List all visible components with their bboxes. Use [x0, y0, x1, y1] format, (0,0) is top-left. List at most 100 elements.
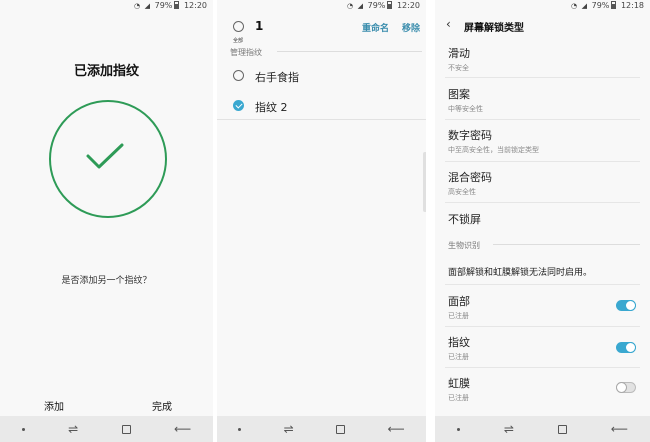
status-bar: ◔ ◢ 79% 12:20 — [0, 0, 213, 12]
lock-type-title: 数字密码 — [448, 129, 492, 142]
add-another-question: 是否添加另一个指纹？ — [61, 276, 152, 286]
selected-count: 1 — [255, 19, 264, 33]
lock-type-pattern[interactable]: 图案 中等安全性 — [448, 86, 640, 114]
biometric-title: 虹膜 — [448, 377, 470, 390]
checked-radio-icon[interactable] — [233, 100, 244, 111]
home-icon[interactable] — [336, 424, 346, 434]
select-all-checkbox[interactable]: 全部 — [231, 17, 245, 44]
screen-fingerprint-added: ◔ ◢ 79% 12:20 已添加指纹 是否添加另一个指纹？ 添加 完成 ⇌ ⟵ — [0, 0, 213, 442]
face-toggle[interactable] — [616, 300, 636, 311]
divider — [445, 202, 640, 203]
divider — [445, 284, 640, 285]
biometric-subtitle: 已注册 — [448, 312, 469, 320]
done-button[interactable]: 完成 — [152, 398, 172, 413]
battery-icon — [174, 1, 180, 9]
rename-button[interactable]: 重命名 — [362, 21, 389, 34]
recents-icon[interactable]: ⇌ — [504, 422, 514, 436]
divider — [445, 367, 640, 368]
status-bar: ◔ ◢ 79% 12:20 — [217, 0, 426, 12]
divider — [445, 77, 640, 78]
lock-type-title: 滑动 — [448, 47, 470, 60]
navigation-bar: ⇌ ⟵ — [435, 416, 650, 442]
fingerprint-toggle[interactable] — [616, 342, 636, 353]
fingerprint-label: 指纹 2 — [255, 101, 288, 114]
divider — [277, 51, 422, 52]
fingerprint-item[interactable]: 指纹 2 — [217, 90, 426, 122]
lock-type-swipe[interactable]: 滑动 不安全 — [448, 45, 640, 73]
wifi-icon: ◔ — [571, 2, 578, 10]
divider — [217, 119, 426, 120]
biometric-subtitle: 已注册 — [448, 394, 469, 402]
status-bar: ◔ ◢ 79% 12:18 — [435, 0, 650, 12]
nav-dot-icon — [21, 427, 25, 431]
lock-type-password[interactable]: 混合密码 高安全性 — [448, 169, 640, 197]
nav-back-icon[interactable]: ⟵ — [388, 422, 405, 436]
page-title: 已添加指纹 — [73, 64, 139, 79]
lock-type-title: 不锁屏 — [448, 213, 481, 226]
home-icon[interactable] — [557, 424, 567, 434]
toggle-knob — [616, 382, 627, 393]
clock: 12:18 — [620, 1, 644, 10]
wifi-icon: ◔ — [134, 2, 141, 10]
selection-toolbar: 全部 1 重命名 移除 — [217, 14, 426, 44]
biometric-face[interactable]: 面部 已注册 — [448, 293, 640, 321]
lock-type-subtitle: 中等安全性 — [448, 105, 483, 113]
divider — [493, 244, 640, 245]
radio-icon[interactable] — [233, 70, 244, 81]
nav-dot-icon — [456, 427, 460, 431]
divider — [445, 161, 640, 162]
signal-icon: ◢ — [581, 2, 588, 10]
section-header: 管理指纹 — [230, 48, 262, 57]
lock-type-pin[interactable]: 数字密码 中至高安全性，当前锁定类型 — [448, 127, 640, 155]
navigation-bar: ⇌ ⟵ — [0, 416, 213, 442]
page-title: 屏幕解锁类型 — [464, 23, 524, 34]
divider — [445, 119, 640, 120]
battery-percent: 79% — [591, 1, 610, 10]
battery-icon — [611, 1, 617, 9]
biometric-iris[interactable]: 虹膜 已注册 — [448, 375, 640, 403]
recents-icon[interactable]: ⇌ — [284, 422, 294, 436]
lock-type-subtitle: 高安全性 — [448, 188, 476, 196]
screen-lock-type: ◔ ◢ 79% 12:18 ‹ 屏幕解锁类型 滑动 不安全 图案 中等安全性 数… — [435, 0, 650, 442]
navigation-bar: ⇌ ⟵ — [217, 416, 426, 442]
fingerprint-item[interactable]: 右手食指 — [217, 60, 426, 92]
signal-icon: ◢ — [357, 2, 364, 10]
back-arrow-icon[interactable]: ‹ — [446, 17, 451, 31]
success-circle — [49, 100, 167, 218]
recents-icon[interactable]: ⇌ — [68, 422, 78, 436]
battery-icon — [387, 1, 393, 9]
iris-toggle[interactable] — [616, 382, 636, 393]
lock-type-title: 混合密码 — [448, 171, 492, 184]
lock-type-subtitle: 中至高安全性，当前锁定类型 — [448, 146, 539, 154]
fingerprint-label: 右手食指 — [255, 71, 299, 84]
biometrics-header: 生物识别 — [448, 241, 480, 250]
wifi-icon: ◔ — [347, 2, 354, 10]
lock-type-none[interactable]: 不锁屏 — [448, 211, 640, 227]
nav-back-icon[interactable]: ⟵ — [174, 422, 191, 436]
toggle-knob — [625, 342, 636, 353]
add-button[interactable]: 添加 — [44, 398, 64, 413]
lock-type-title: 图案 — [448, 88, 470, 101]
battery-percent: 79% — [367, 1, 386, 10]
biometric-fingerprint[interactable]: 指纹 已注册 — [448, 334, 640, 362]
battery-percent: 79% — [154, 1, 173, 10]
lock-type-subtitle: 不安全 — [448, 64, 469, 72]
biometric-title: 指纹 — [448, 336, 470, 349]
radio-icon — [232, 21, 244, 32]
biometrics-note: 面部解锁和虹膜解锁无法同时启用。 — [448, 268, 593, 278]
screen-manage-fingerprints: ◔ ◢ 79% 12:20 全部 1 重命名 移除 管理指纹 右手食指 指纹 2… — [217, 0, 426, 442]
home-icon[interactable] — [121, 424, 131, 434]
nav-dot-icon — [238, 427, 242, 431]
nav-back-icon[interactable]: ⟵ — [611, 422, 628, 436]
divider — [445, 326, 640, 327]
app-header: ‹ 屏幕解锁类型 — [435, 14, 650, 38]
check-icon — [86, 143, 124, 169]
clock: 12:20 — [396, 1, 420, 10]
biometric-title: 面部 — [448, 295, 470, 308]
toggle-knob — [625, 300, 636, 311]
remove-button[interactable]: 移除 — [402, 21, 420, 34]
biometric-subtitle: 已注册 — [448, 353, 469, 361]
clock: 12:20 — [183, 1, 207, 10]
signal-icon: ◢ — [144, 2, 151, 10]
select-all-label: 全部 — [232, 38, 243, 44]
